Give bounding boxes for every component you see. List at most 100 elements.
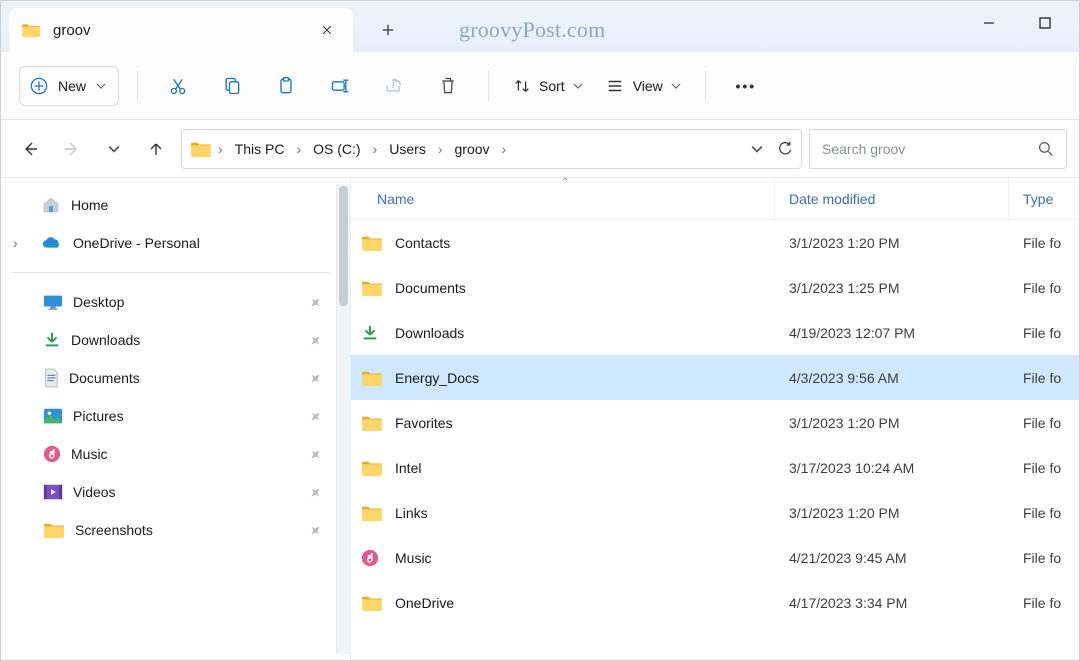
pin-icon (309, 486, 322, 499)
search-icon (1038, 141, 1054, 157)
column-header-date[interactable]: Date modified (775, 178, 1009, 219)
file-type: File fo (1009, 235, 1079, 251)
file-type: File fo (1009, 325, 1079, 341)
file-row[interactable]: Documents3/1/2023 1:25 PMFile fo (351, 265, 1079, 310)
search-input[interactable] (822, 141, 1038, 157)
file-name: Downloads (395, 325, 464, 341)
file-type: File fo (1009, 550, 1079, 566)
cut-button[interactable] (156, 66, 200, 106)
sidebar-item-desktop[interactable]: Desktop (1, 283, 350, 321)
file-row[interactable]: Favorites3/1/2023 1:20 PMFile fo (351, 400, 1079, 445)
file-name: Music (395, 550, 432, 566)
search-box[interactable] (809, 129, 1067, 169)
file-type: File fo (1009, 415, 1079, 431)
close-tab-button[interactable] (313, 16, 341, 44)
column-header-type[interactable]: Type (1009, 178, 1079, 219)
column-header-name[interactable]: Name (377, 178, 775, 219)
chevron-right-icon[interactable]: › (436, 141, 445, 157)
sidebar-item-music[interactable]: Music (1, 435, 350, 473)
separator (137, 71, 138, 101)
delete-button[interactable] (426, 66, 470, 106)
watermark: groovyPost.com (459, 17, 605, 43)
file-date: 4/17/2023 3:34 PM (775, 595, 1009, 611)
sidebar-item-home[interactable]: Home (1, 186, 350, 224)
navigation-pane: Home › OneDrive - Personal Desktop Downlo… (1, 178, 351, 660)
file-row[interactable]: Intel3/17/2023 10:24 AMFile fo (351, 445, 1079, 490)
new-tab-button[interactable] (371, 13, 405, 47)
sort-button[interactable]: Sort (507, 66, 589, 106)
sidebar-item-label: Screenshots (75, 522, 153, 538)
file-date: 3/1/2023 1:20 PM (775, 505, 1009, 521)
address-dropdown-button[interactable] (751, 145, 763, 153)
sidebar-item-label: Documents (69, 370, 140, 386)
file-row[interactable]: Contacts3/1/2023 1:20 PMFile fo (351, 220, 1079, 265)
chevron-right-icon[interactable]: › (371, 141, 380, 157)
file-date: 3/1/2023 1:20 PM (775, 415, 1009, 431)
up-button[interactable] (139, 132, 173, 166)
copy-button[interactable] (210, 66, 254, 106)
back-button[interactable] (13, 132, 47, 166)
music-icon (361, 549, 383, 567)
sidebar-item-label: Pictures (73, 408, 124, 424)
breadcrumb-segment[interactable]: This PC (229, 139, 291, 159)
folder-icon (361, 234, 383, 252)
file-date: 4/19/2023 12:07 PM (775, 325, 1009, 341)
recent-locations-button[interactable] (97, 132, 131, 166)
breadcrumb-segment[interactable]: Users (383, 139, 432, 159)
file-row[interactable]: Energy_Docs4/3/2023 9:56 AMFile fo (351, 355, 1079, 400)
breadcrumb-segment[interactable]: groov (449, 139, 496, 159)
chevron-right-icon[interactable]: › (500, 141, 509, 157)
scrollbar-thumb[interactable] (339, 186, 348, 306)
file-name: Energy_Docs (395, 370, 479, 386)
breadcrumb-segment[interactable]: OS (C:) (307, 139, 366, 159)
view-button[interactable]: View (599, 66, 687, 106)
file-name: Intel (395, 460, 421, 476)
pin-icon (309, 334, 322, 347)
videos-icon (43, 483, 63, 501)
refresh-button[interactable] (777, 141, 793, 157)
chevron-right-icon[interactable]: › (13, 235, 18, 251)
tab-groov[interactable]: groov (9, 8, 353, 52)
file-row[interactable]: OneDrive4/17/2023 3:34 PMFile fo (351, 580, 1079, 625)
folder-icon (361, 594, 383, 612)
file-row[interactable]: Links3/1/2023 1:20 PMFile fo (351, 490, 1079, 535)
chevron-right-icon[interactable]: › (294, 141, 303, 157)
more-button[interactable]: ••• (724, 66, 768, 106)
body: Home › OneDrive - Personal DesktopDownlo… (1, 178, 1079, 660)
file-row[interactable]: Downloads 4/19/2023 12:07 PMFile fo (351, 310, 1079, 355)
address-bar[interactable]: › This PC › OS (C:) › Users › groov › (181, 129, 802, 169)
pin-icon (309, 372, 322, 385)
command-toolbar: New Sort Vie (1, 52, 1079, 120)
file-date: 3/17/2023 10:24 AM (775, 460, 1009, 476)
pin-icon (309, 296, 322, 309)
paste-button[interactable] (264, 66, 308, 106)
scrollbar[interactable] (336, 184, 350, 654)
sidebar-item-downloads[interactable]: Downloads (1, 321, 350, 359)
pictures-icon (43, 407, 63, 425)
forward-button[interactable] (55, 132, 89, 166)
chevron-right-icon[interactable]: › (216, 141, 225, 157)
sidebar-item-onedrive[interactable]: › OneDrive - Personal (1, 224, 350, 262)
separator (11, 272, 330, 273)
file-date: 3/1/2023 1:20 PM (775, 235, 1009, 251)
pin-icon (309, 448, 322, 461)
sidebar-item-screenshots[interactable]: Screenshots (1, 511, 350, 549)
pin-icon (309, 524, 322, 537)
sidebar-item-videos[interactable]: Videos (1, 473, 350, 511)
sidebar-item-label: OneDrive - Personal (73, 235, 200, 251)
file-row[interactable]: Music4/21/2023 9:45 AMFile fo (351, 535, 1079, 580)
sidebar-item-label: Music (71, 446, 108, 462)
sidebar-item-documents[interactable]: Documents (1, 359, 350, 397)
separator (488, 71, 489, 101)
music-icon (43, 445, 61, 463)
sidebar-item-label: Downloads (71, 332, 140, 348)
desktop-icon (43, 293, 63, 311)
maximize-button[interactable] (1029, 7, 1061, 39)
rename-button[interactable] (318, 66, 362, 106)
folder-icon (43, 521, 65, 539)
share-button[interactable] (372, 66, 416, 106)
sidebar-item-pictures[interactable]: Pictures (1, 397, 350, 435)
minimize-button[interactable] (973, 7, 1005, 39)
file-date: 4/3/2023 9:56 AM (775, 370, 1009, 386)
new-button[interactable]: New (19, 66, 119, 106)
